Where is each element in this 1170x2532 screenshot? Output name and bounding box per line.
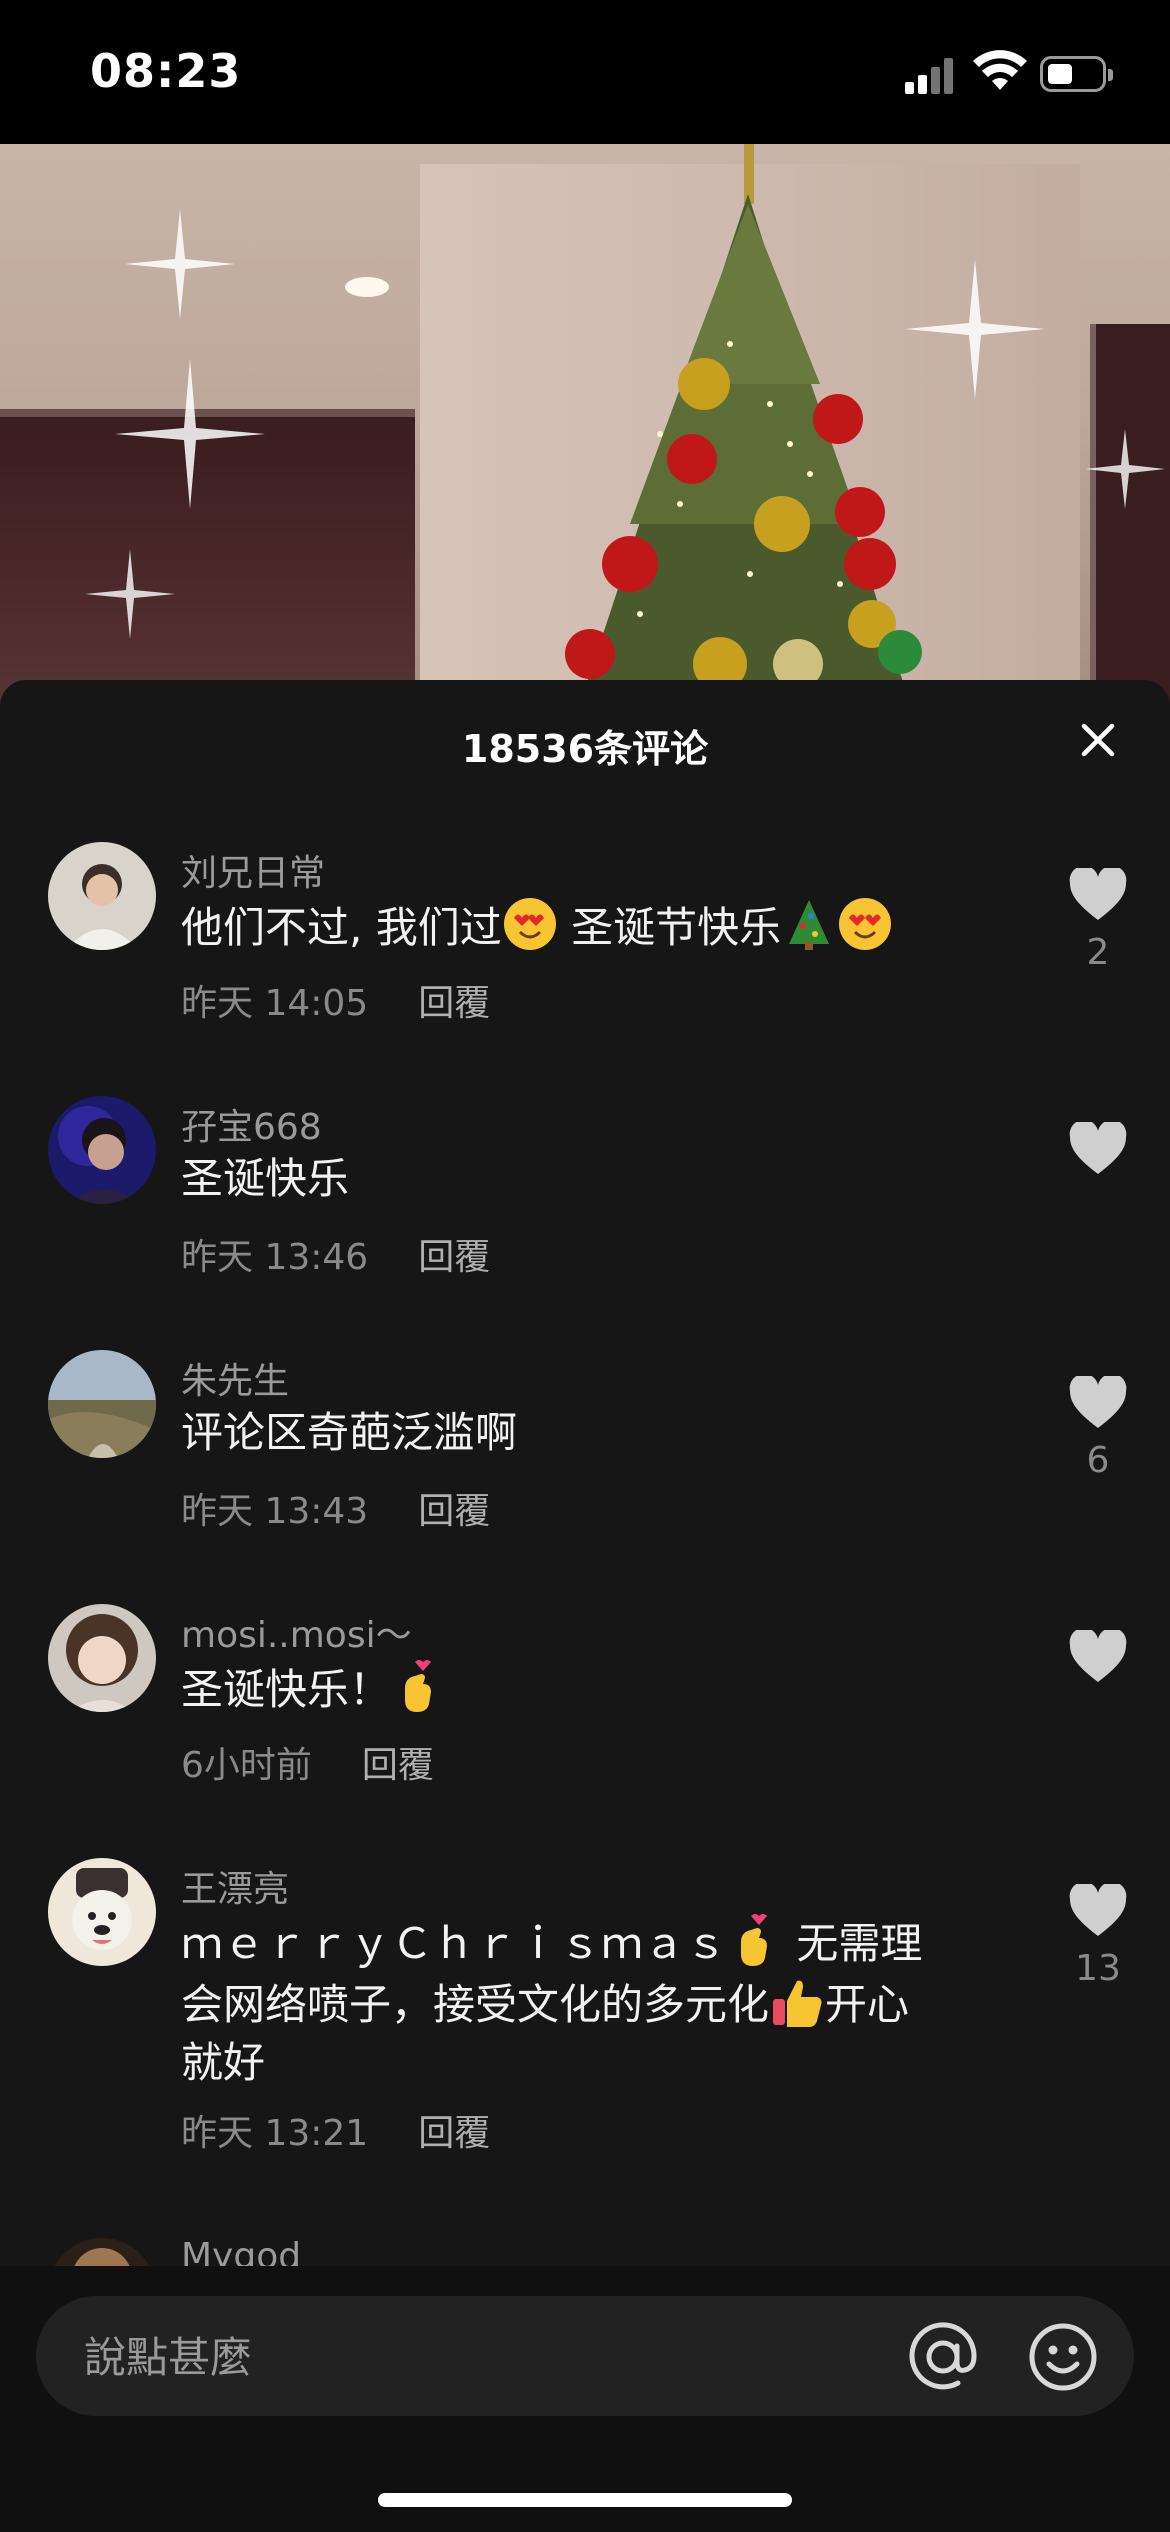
comment-item: mosi..mosi～ 圣诞快乐！ 6小时前 回覆 bbox=[0, 1604, 1170, 1824]
thumbs-up-emoji bbox=[773, 1980, 822, 2027]
comment-text: 评论区奇葩泛滥啊 bbox=[181, 1408, 518, 1457]
finger-heart-emoji bbox=[741, 1914, 768, 1966]
video-background[interactable] bbox=[0, 144, 1170, 704]
comment-input[interactable] bbox=[82, 2326, 886, 2388]
comment-item: 朱先生 评论区奇葩泛滥啊 昨天 13:43 回覆 6 bbox=[0, 1350, 1170, 1570]
battery-icon bbox=[1040, 56, 1113, 92]
comments-count-title: 18536条评论 bbox=[461, 727, 709, 771]
comment-text-part: 无需理 bbox=[796, 1919, 923, 1968]
comment-text: 圣诞快乐 bbox=[181, 1154, 350, 1203]
reply-button[interactable]: 回覆 bbox=[418, 1491, 490, 1532]
comment-author[interactable]: 孖宝668 bbox=[181, 1098, 322, 1150]
heart-icon[interactable] bbox=[1068, 1376, 1128, 1430]
comment-text-part: 就好 bbox=[181, 2038, 266, 2087]
status-time: 08:23 bbox=[90, 44, 242, 98]
comments-panel: 18536条评论 刘兄日常 他们不过, 我们过 圣诞节快乐 昨天 14:05 回覆… bbox=[0, 680, 1170, 2532]
comment-time: 昨天 13:43 bbox=[181, 1491, 369, 1532]
comment-author[interactable]: 刘兄日常 bbox=[181, 844, 325, 896]
avatar[interactable] bbox=[48, 1096, 156, 1204]
comment-meta: 6小时前 回覆 bbox=[181, 1736, 434, 1788]
avatar[interactable] bbox=[48, 1350, 156, 1458]
heart-eyes-emoji bbox=[503, 898, 556, 950]
reply-button[interactable]: 回覆 bbox=[362, 1745, 434, 1786]
sparkle-icon bbox=[1085, 429, 1165, 509]
sparkle-icon bbox=[115, 359, 265, 509]
sparkle-icon bbox=[905, 259, 1045, 399]
like-count: 2 bbox=[1086, 932, 1110, 973]
heart-icon[interactable] bbox=[1068, 1122, 1128, 1176]
like-count: 6 bbox=[1086, 1440, 1110, 1481]
close-icon[interactable] bbox=[1078, 720, 1118, 760]
comment-input-container[interactable] bbox=[36, 2296, 1134, 2416]
comment-text-part: 他们不过, 我们过 bbox=[181, 903, 502, 952]
comment-text-part: 圣诞快乐！ bbox=[181, 1665, 392, 1714]
christmas-tree-emoji bbox=[789, 900, 830, 950]
reply-button[interactable]: 回覆 bbox=[418, 983, 490, 1024]
avatar[interactable] bbox=[48, 842, 156, 950]
comment-text-part: 圣诞节快乐 bbox=[571, 903, 782, 952]
comment-item: 刘兄日常 他们不过, 我们过 圣诞节快乐 昨天 14:05 回覆 2 bbox=[0, 842, 1170, 1062]
emoji-icon[interactable] bbox=[1028, 2322, 1098, 2392]
avatar[interactable] bbox=[48, 1858, 156, 1966]
comment-item: 孖宝668 圣诞快乐 昨天 13:46 回覆 bbox=[0, 1096, 1170, 1316]
comment-text-part: ｍｅｒｒｙＣｈｒｉｓｍａｓ bbox=[181, 1919, 728, 1968]
heart-icon[interactable] bbox=[1068, 868, 1128, 922]
comment-author[interactable]: mosi..mosi～ bbox=[181, 1606, 412, 1658]
comment-text: ｍｅｒｒｙＣｈｒｉｓｍａｓ 无需理 会网络喷子，接受文化的多元化 开心 就好 bbox=[181, 1912, 1011, 2092]
comment-meta: 昨天 14:05 回覆 bbox=[181, 974, 490, 1026]
comment-author[interactable]: 王漂亮 bbox=[181, 1860, 289, 1912]
comment-input-bar bbox=[0, 2266, 1170, 2532]
wifi-icon bbox=[973, 50, 1027, 90]
christmas-tree-image bbox=[565, 144, 922, 704]
comment-time: 昨天 13:21 bbox=[181, 2113, 369, 2154]
comment-meta: 昨天 13:46 回覆 bbox=[181, 1228, 490, 1280]
home-indicator[interactable] bbox=[378, 2493, 792, 2507]
comment-time: 昨天 14:05 bbox=[181, 983, 369, 1024]
comment-item: 王漂亮 ｍｅｒｒｙＣｈｒｉｓｍａｓ 无需理 会网络喷子，接受文化的多元化 开心 就… bbox=[0, 1858, 1170, 2198]
comment-text: 他们不过, 我们过 圣诞节快乐 bbox=[181, 896, 1011, 957]
comment-time: 6小时前 bbox=[181, 1745, 312, 1786]
comment-author[interactable]: 朱先生 bbox=[181, 1352, 289, 1404]
comment-text-part: 开心 bbox=[825, 1980, 910, 2029]
reply-button[interactable]: 回覆 bbox=[418, 2113, 490, 2154]
status-bar: 08:23 bbox=[0, 0, 1170, 144]
heart-eyes-emoji bbox=[839, 898, 892, 950]
comment-meta: 昨天 13:21 回覆 bbox=[181, 2104, 490, 2156]
comment-text-part: 会网络喷子，接受文化的多元化 bbox=[181, 1980, 770, 2029]
heart-icon[interactable] bbox=[1068, 1884, 1128, 1938]
sparkle-icon bbox=[85, 549, 175, 639]
comment-meta: 昨天 13:43 回覆 bbox=[181, 1482, 490, 1534]
comment-text: 圣诞快乐！ bbox=[181, 1658, 1011, 1719]
heart-icon[interactable] bbox=[1068, 1630, 1128, 1684]
like-count: 13 bbox=[1075, 1948, 1121, 1989]
reply-button[interactable]: 回覆 bbox=[418, 1237, 490, 1278]
finger-heart-emoji bbox=[405, 1660, 432, 1712]
signal-icon bbox=[905, 56, 957, 94]
avatar[interactable] bbox=[48, 1604, 156, 1712]
at-icon[interactable] bbox=[908, 2322, 978, 2392]
comment-time: 昨天 13:46 bbox=[181, 1237, 369, 1278]
sparkle-icon bbox=[125, 209, 235, 319]
